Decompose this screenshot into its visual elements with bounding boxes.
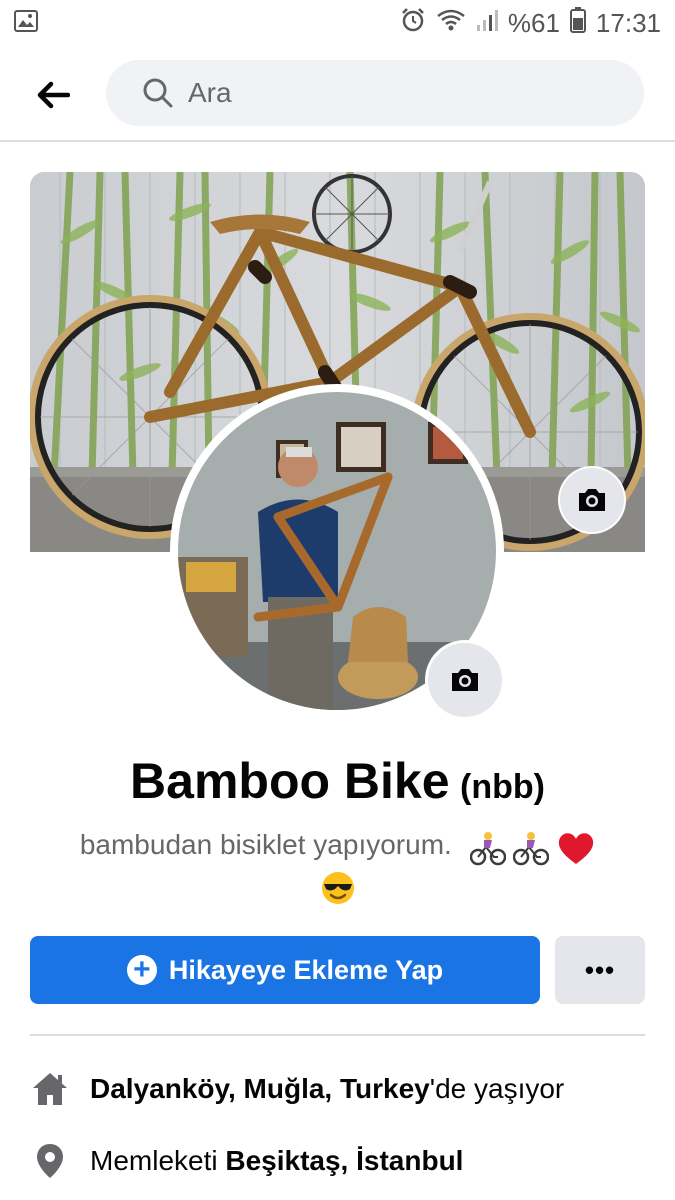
alarm-icon (400, 7, 426, 40)
red-heart-emoji (558, 833, 594, 864)
search-input[interactable]: Ara (106, 60, 644, 126)
bio-emojis-line-2 (320, 867, 356, 906)
woman-biking-emoji (513, 831, 550, 866)
hometown-place: Beşiktaş, İstanbul (225, 1145, 464, 1176)
location-pin-icon (30, 1141, 70, 1181)
lives-in-place: Dalyanköy, Muğla, Turkey (90, 1073, 430, 1104)
sunglasses-face-emoji (321, 871, 354, 904)
section-divider (30, 1034, 645, 1036)
search-header: Ara (0, 46, 675, 142)
profile-name: Bamboo Bike (130, 753, 450, 809)
back-button[interactable] (30, 72, 76, 118)
lives-in-row[interactable]: Dalyanköy, Muğla, Turkey'de yaşıyor (30, 1064, 645, 1114)
back-arrow-icon (37, 81, 70, 109)
plus-circle-icon: + (126, 955, 157, 985)
battery-icon (569, 6, 586, 40)
lives-in-suffix: 'de yaşıyor (429, 1073, 565, 1104)
more-options-label: ••• (584, 954, 616, 985)
hometown-row[interactable]: Memleketi Beşiktaş, İstanbul (30, 1136, 645, 1186)
alternate-name: (nbb) (460, 768, 545, 806)
status-bar: %61 17:31 (0, 0, 675, 46)
home-icon (30, 1069, 70, 1109)
profile-bio: bambudan bisiklet yapıyorum. (40, 826, 635, 906)
camera-icon (579, 489, 605, 511)
profile-name-row: Bamboo Bike (nbb) (0, 752, 675, 810)
bio-emojis (469, 827, 596, 866)
add-to-story-label: Hikayeye Ekleme Yap (168, 954, 444, 985)
wifi-icon (436, 8, 466, 39)
clock-time: 17:31 (595, 7, 661, 38)
edit-profile-photo-button[interactable] (425, 640, 505, 720)
signal-icon (476, 8, 498, 39)
search-placeholder: Ara (188, 77, 232, 108)
battery-percent: %61 (507, 7, 560, 38)
add-to-story-button[interactable]: + Hikayeye Ekleme Yap (30, 936, 540, 1004)
gallery-icon (14, 9, 38, 37)
hometown-prefix: Memleketi (90, 1145, 226, 1176)
bio-text: bambudan bisiklet yapıyorum. (79, 829, 452, 860)
search-icon (143, 78, 173, 108)
camera-icon (452, 669, 478, 691)
woman-biking-emoji (469, 831, 506, 866)
more-options-button[interactable]: ••• (555, 936, 645, 1004)
edit-cover-photo-button[interactable] (560, 468, 624, 532)
